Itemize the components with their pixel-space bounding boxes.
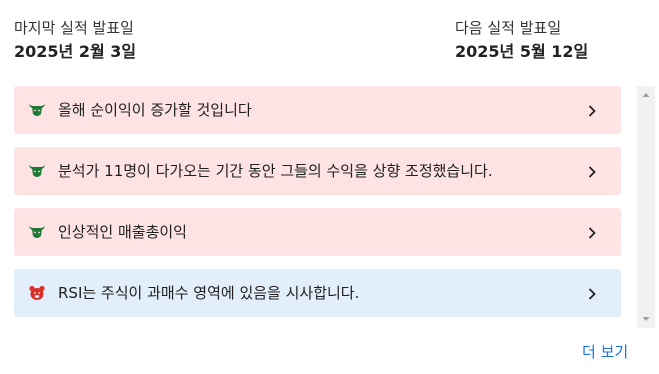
next-earnings-date: 2025년 5월 12일 [455, 42, 589, 61]
last-earnings-date: 2025년 2월 3일 [14, 42, 137, 61]
chevron-right-icon [585, 103, 599, 117]
bull-icon [28, 162, 46, 180]
insight-item[interactable]: 올해 순이익이 증가할 것입니다 [14, 86, 621, 134]
insight-text: 분석가 11명이 다가오는 기간 동안 그들의 수익을 상향 조정했습니다. [58, 162, 493, 180]
insight-item[interactable]: RSI는 주식이 과매수 영역에 있음을 시사합니다. [14, 269, 621, 317]
insight-item[interactable]: 인상적인 매출총이익 [14, 208, 621, 256]
last-earnings-label: 마지막 실적 발표일 [14, 19, 134, 37]
bear-icon [28, 284, 46, 302]
chevron-right-icon [585, 164, 599, 178]
earnings-dates: 마지막 실적 발표일 2025년 2월 3일 다음 실적 발표일 2025년 5… [14, 18, 634, 70]
bull-icon [28, 101, 46, 119]
scroll-down-arrow-icon[interactable] [637, 310, 655, 328]
chevron-right-icon [585, 225, 599, 239]
insight-text: RSI는 주식이 과매수 영역에 있음을 시사합니다. [58, 284, 360, 302]
show-more-link[interactable]: 더 보기 [582, 342, 628, 362]
next-earnings-label: 다음 실적 발표일 [455, 19, 562, 37]
insight-item[interactable]: 분석가 11명이 다가오는 기간 동안 그들의 수익을 상향 조정했습니다. [14, 147, 621, 195]
insight-text: 인상적인 매출총이익 [58, 223, 187, 241]
bull-icon [28, 223, 46, 241]
next-earnings: 다음 실적 발표일 2025년 5월 12일 [455, 18, 588, 63]
last-earnings: 마지막 실적 발표일 2025년 2월 3일 [14, 18, 136, 63]
scrollbar-thumb[interactable] [640, 104, 652, 310]
insight-text: 올해 순이익이 증가할 것입니다 [58, 101, 252, 119]
chevron-right-icon [585, 286, 599, 300]
scroll-up-arrow-icon[interactable] [637, 86, 655, 104]
scrollbar[interactable] [637, 86, 655, 328]
